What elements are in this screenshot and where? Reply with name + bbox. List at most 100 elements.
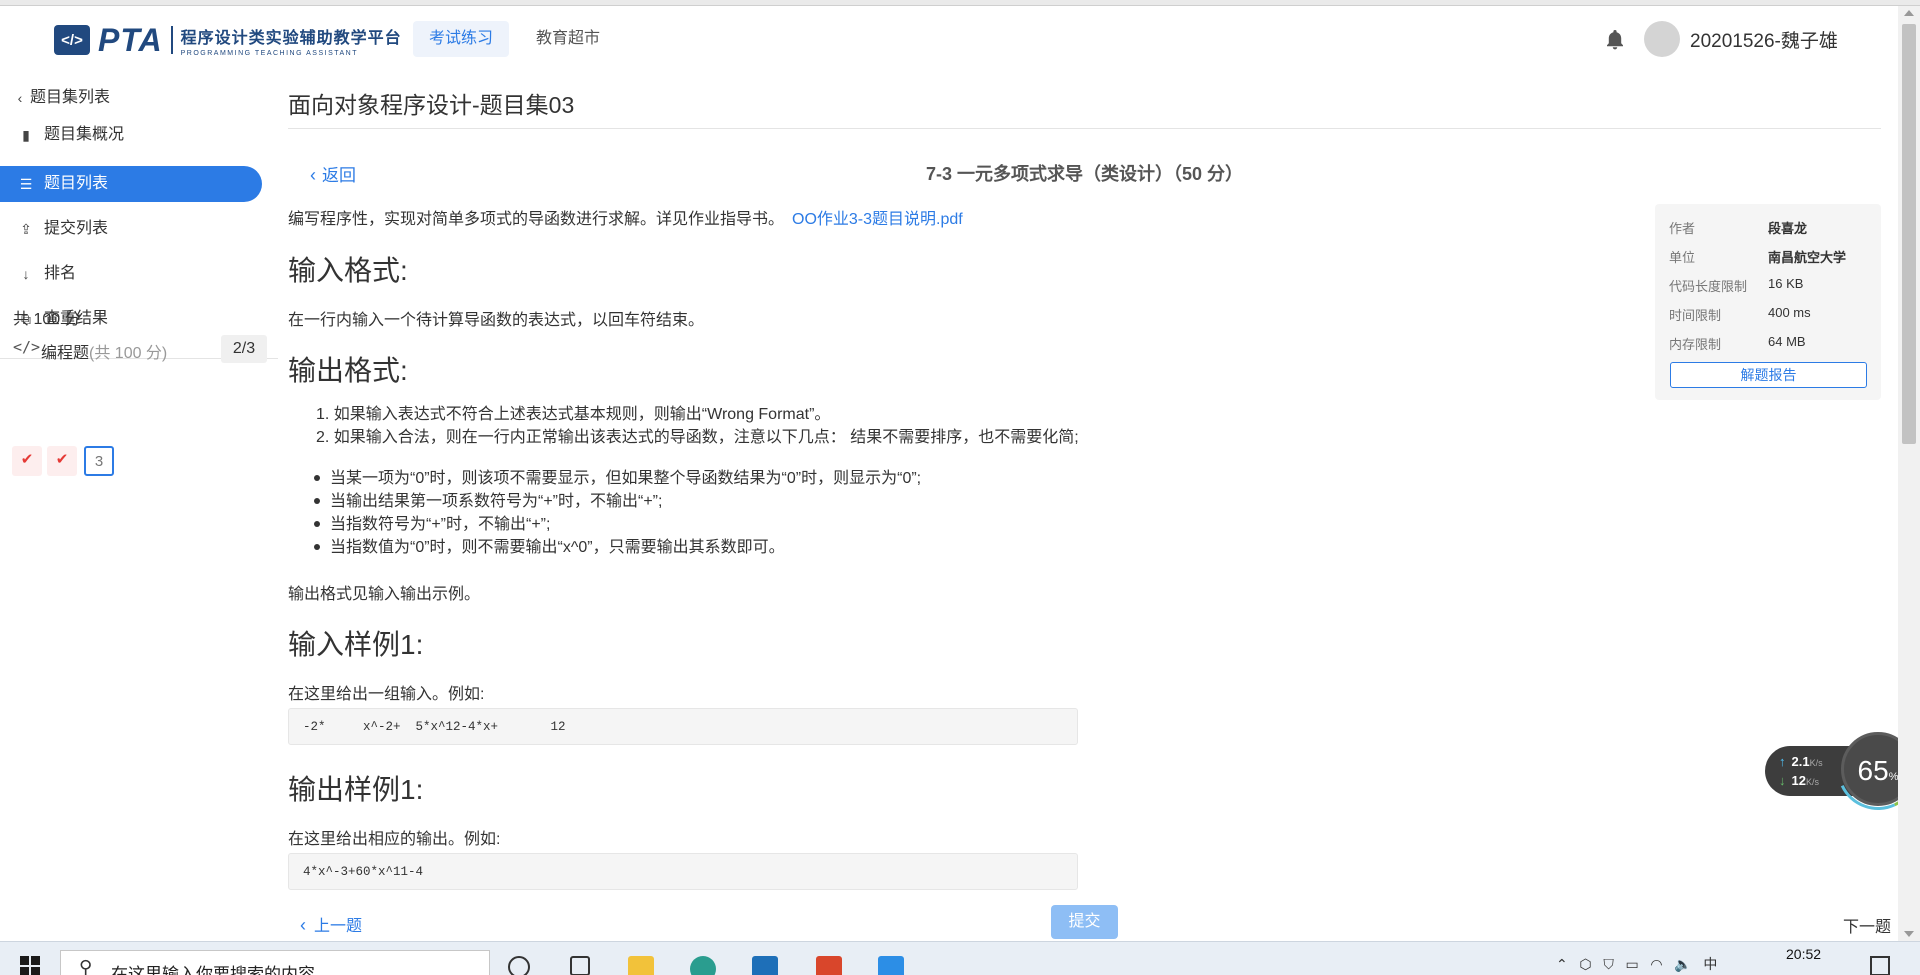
scroll-up-arrow-icon[interactable] [1904, 10, 1914, 16]
notification-icon[interactable] [1870, 956, 1890, 975]
file-explorer-icon[interactable] [628, 956, 654, 975]
mail-icon[interactable] [752, 956, 778, 975]
programming-label: 编程题(共 100 分) [41, 339, 167, 363]
cortana-icon[interactable] [508, 956, 530, 975]
office-icon[interactable] [816, 956, 842, 975]
tray-security-icon[interactable]: ⛉ [1603, 956, 1614, 972]
windows-taskbar: ⚲ 在这里输入你要搜索的内容 ⌃ ⬡ ⛉ ▭ ◠ 🔈 中 20:52 [0, 941, 1920, 975]
page-scrollbar[interactable] [1898, 6, 1920, 941]
windows-start-icon[interactable] [20, 956, 40, 975]
output-note-item: 当输出结果第一项系数符号为“+”时，不输出“+”; [314, 490, 921, 513]
submit-button[interactable]: 提交 [1051, 905, 1118, 939]
list-icon: ☰ [19, 176, 33, 192]
sort-icon: ↓ [22, 266, 30, 282]
sidebar-item-problem-list[interactable]: ☰ 题目列表 [0, 166, 262, 202]
sidebar-item-ranking[interactable]: ↓ 排名 [0, 256, 262, 292]
question-3-current[interactable]: 3 [84, 446, 114, 476]
sidebar-back-problem-sets[interactable]: ‹ 题目集列表 [0, 80, 262, 116]
sample-output-heading: 输出样例1: [288, 774, 424, 805]
page-title: 面向对象程序设计-题目集03 [288, 92, 575, 118]
output-reference-text: 输出格式见输入输出示例。 [288, 586, 481, 603]
logo-name: PTA [98, 21, 163, 58]
input-format-heading: 输入格式: [288, 255, 408, 286]
chevron-left-icon: ‹ [17, 90, 23, 106]
sidebar-item-submissions[interactable]: ⇪ 提交列表 [0, 211, 262, 247]
pta-logo[interactable]: </> PTA 程序设计类实验辅助教学平台 PROGRAMMING TEACHI… [54, 20, 402, 60]
problem-info-panel: 作者 段喜龙 单位 南昌航空大学 代码长度限制 16 KB 时间限制 400 ms 内存… [1655, 204, 1881, 400]
logo-chinese-title: 程序设计类实验辅助教学平台 [180, 29, 402, 47]
back-label: 返回 [322, 166, 356, 185]
output-note-item: 当指数符号为“+”时，不输出“+”; [314, 513, 921, 536]
output-rule-item: 1. 如果输入表达式不符合上述表达式基本规则，则输出“Wrong Format”… [316, 406, 831, 423]
description-text: 编写程序性，实现对简单多项式的导函数进行求解。详见作业指导书。 [288, 211, 785, 228]
sample-input-code[interactable]: -2* x^-2+ 5*x^12-4*x+ 12 [288, 708, 1078, 745]
book-icon: ▮ [22, 127, 30, 143]
ime-indicator[interactable]: 中 [1703, 956, 1717, 972]
username[interactable]: 20201526-魏子雄 [1690, 26, 1838, 53]
taskbar-clock[interactable]: 20:52 [1786, 946, 1821, 962]
upload-icon: ⇪ [20, 221, 32, 237]
previous-label: 上一题 [314, 918, 363, 935]
app-icon[interactable] [878, 956, 904, 975]
scroll-down-arrow-icon[interactable] [1904, 931, 1914, 937]
taskbar-search-placeholder: 在这里输入你要搜索的内容 [111, 965, 315, 975]
programming-progress-badge: 2/3 [221, 335, 267, 363]
question-1-checkmark-icon[interactable]: ✔ [12, 446, 42, 476]
output-rule-item: 2. 如果输入合法，则在一行内正常输出该表达式的导函数，注意以下几点： 结果不需… [316, 429, 1079, 446]
battery-icon[interactable]: ▭ [1625, 956, 1638, 972]
pdf-link[interactable]: OO作业3-3题目说明.pdf [792, 211, 963, 228]
tab-exam-practice[interactable]: 考试练习 [413, 21, 510, 57]
tab-education-market[interactable]: 教育超市 [520, 21, 616, 57]
sidebar-item-overview[interactable]: ▮ 题目集概况 [0, 117, 262, 153]
scrollbar-thumb[interactable] [1902, 24, 1916, 444]
arrow-up-icon: ↑ [1779, 754, 1786, 769]
logo-divider [170, 26, 173, 54]
volume-icon[interactable]: 🔈 [1674, 956, 1691, 972]
output-note-item: 当指数值为“0”时，则不需要输出“x^0”，只需要输出其系数即可。 [314, 536, 921, 559]
download-speed: ↓ 12K/s [1779, 773, 1819, 788]
sidebar-item-label: 题目列表 [44, 175, 109, 192]
edge-browser-icon[interactable] [690, 956, 716, 975]
sidebar-item-label: 排名 [44, 265, 77, 282]
tray-app-icon[interactable]: ⬡ [1579, 956, 1591, 972]
logo-text: 程序设计类实验辅助教学平台 PROGRAMMING TEACHING ASSIS… [181, 24, 402, 57]
question-2-checkmark-icon[interactable]: ✔ [47, 446, 77, 476]
sidebar-item-label: 题目集概况 [44, 126, 125, 143]
upload-speed: ↑ 2.1K/s [1779, 754, 1823, 769]
code-logo-icon: </> [54, 25, 90, 55]
total-score: 共 100 分 [13, 311, 81, 328]
sidebar-item-label: 提交列表 [44, 220, 109, 237]
avatar[interactable] [1644, 21, 1680, 57]
problem-title: 7-3 一元多项式求导（类设计）（50 分） [926, 164, 1244, 184]
sample-input-text: 在这里给出一组输入。例如: [288, 686, 485, 703]
programming-subscore: (共 100 分) [89, 345, 168, 362]
wifi-icon[interactable]: ◠ [1650, 956, 1662, 972]
previous-question-link[interactable]: ‹ 上一题 [300, 912, 362, 936]
system-tray[interactable]: ⌃ ⬡ ⛉ ▭ ◠ 🔈 中 [1556, 954, 1717, 974]
solution-report-button[interactable]: 解题报告 [1670, 362, 1867, 388]
output-rules-list: 1. 如果输入表达式不符合上述表达式基本规则，则输出“Wrong Format”… [316, 403, 1079, 449]
sample-output-code[interactable]: 4*x^-3+60*x^11-4 [288, 853, 1078, 890]
output-format-heading: 输出格式: [288, 355, 408, 386]
taskbar-search[interactable]: ⚲ 在这里输入你要搜索的内容 [60, 950, 490, 975]
top-header: </> PTA 程序设计类实验辅助教学平台 PROGRAMMING TEACHI… [0, 6, 1898, 74]
chevron-left-icon: ‹ [310, 165, 316, 185]
bell-icon[interactable] [1603, 28, 1627, 52]
programming-title: 编程题 [41, 345, 90, 362]
programming-section[interactable]: </> 编程题(共 100 分) 2/3 [13, 335, 267, 363]
next-question-link[interactable]: 下一题 [1843, 913, 1891, 937]
output-note-item: 当某一项为“0”时，则该项不需要显示，但如果整个导函数结果为“0”时，则显示为“… [314, 467, 921, 490]
chevron-left-icon: ‹ [300, 915, 306, 935]
task-view-icon[interactable] [570, 956, 590, 975]
sidebar-back-label: 题目集列表 [30, 89, 111, 106]
sample-output-text: 在这里给出相应的输出。例如: [288, 831, 501, 848]
bottom-action-bar: ‹ 上一题 提交 下一题 [278, 900, 1898, 941]
title-divider [288, 128, 1881, 129]
tray-chevron-up-icon[interactable]: ⌃ [1556, 956, 1568, 972]
sidebar: ‹ 题目集列表 ▮ 题目集概况 ☰ 题目列表 ⇪ 提交列表 ↓ 排名 ⧉ 查重结… [0, 74, 278, 941]
back-link[interactable]: ‹ 返回 [310, 161, 356, 186]
arrow-down-icon: ↓ [1779, 773, 1786, 788]
network-speed-widget[interactable]: ↑ 2.1K/s ↓ 12K/s 65% [1765, 716, 1920, 822]
sample-input-heading: 输入样例1: [288, 629, 424, 660]
logo-english-subtitle: PROGRAMMING TEACHING ASSISTANT [180, 49, 358, 57]
